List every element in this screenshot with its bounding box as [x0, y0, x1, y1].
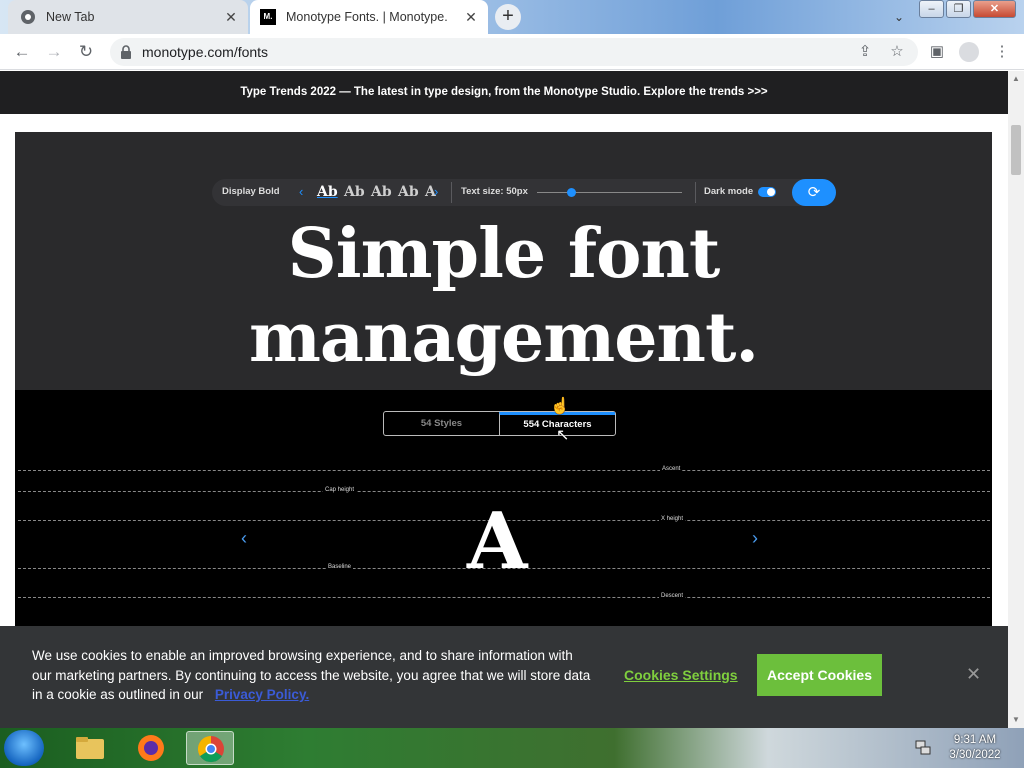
tab-styles[interactable]: 54 Styles — [384, 412, 499, 435]
address-bar[interactable]: monotype.com/fonts ⇪ ☆ — [110, 38, 918, 66]
scroll-thumb[interactable] — [1011, 125, 1021, 175]
tab-title: New Tab — [46, 10, 95, 24]
tab-strip: New Tab ✕ M. Monotype Fonts. | Monotype.… — [0, 0, 1024, 34]
hero-section: Display Bold ‹ Ab Ab Ab Ab A › Text size… — [15, 132, 992, 390]
cookies-settings-link[interactable]: Cookies Settings — [624, 667, 738, 683]
chevron-left-icon[interactable]: ‹ — [241, 528, 247, 549]
profile-avatar[interactable] — [959, 42, 979, 62]
sample-style[interactable]: Ab — [398, 184, 419, 200]
close-icon[interactable]: ✕ — [464, 10, 478, 24]
promo-banner[interactable]: Type Trends 2022 — The latest in type de… — [0, 71, 1008, 114]
share-icon[interactable]: ⇪ — [856, 43, 874, 61]
sample-style[interactable]: Ab — [344, 184, 365, 200]
glyph-preview: A — [467, 496, 528, 587]
slider-thumb[interactable] — [567, 188, 576, 197]
pointer-cursor-icon: ↖ — [556, 427, 570, 444]
window-controls: – ❐ ✕ — [919, 0, 1016, 20]
cookie-text: We use cookies to enable an improved bro… — [32, 648, 591, 702]
taskbar: 9:31 AM 3/30/2022 — [0, 728, 1024, 768]
monotype-favicon: M. — [260, 9, 276, 25]
web-page: Type Trends 2022 — The latest in type de… — [0, 71, 1008, 728]
minimize-button[interactable]: – — [919, 0, 944, 18]
accept-cookies-button[interactable]: Accept Cookies — [757, 654, 882, 696]
chevron-down-icon[interactable]: ⌄ — [889, 7, 909, 27]
clock-date: 3/30/2022 — [949, 749, 1001, 761]
browser-toolbar: ← → ↻ monotype.com/fonts ⇪ ☆ ▣ ⋮ — [0, 34, 1024, 70]
new-tab-button[interactable]: + — [495, 4, 521, 30]
clock-time: 9:31 AM — [953, 734, 997, 746]
firefox-icon[interactable] — [127, 731, 175, 765]
restore-button[interactable]: ❐ — [946, 0, 971, 18]
guide-label: X height — [659, 516, 686, 522]
scroll-up-icon[interactable]: ▲ — [1008, 71, 1024, 87]
tab-title: Monotype Fonts. | Monotype. — [286, 10, 448, 24]
font-style-name[interactable]: Display Bold — [222, 186, 280, 197]
text-size-label: Text size: 50px — [461, 186, 528, 197]
chrome-icon — [21, 10, 35, 24]
view-toggle: 54 Styles 554 Characters — [383, 411, 616, 436]
url-text: monotype.com/fonts — [142, 44, 269, 60]
sample-style[interactable]: Ab — [317, 184, 338, 200]
divider — [451, 182, 452, 203]
guide-label: Ascent — [660, 466, 683, 472]
chrome-taskbar-icon[interactable] — [186, 731, 234, 765]
star-icon[interactable]: ☆ — [888, 43, 906, 61]
glyph-viewer: 54 Styles 554 Characters Ascent Cap heig… — [15, 390, 992, 630]
dark-mode-toggle[interactable] — [758, 187, 776, 197]
divider — [695, 182, 696, 203]
dark-mode-label: Dark mode — [704, 186, 754, 197]
cookie-banner: We use cookies to enable an improved bro… — [0, 626, 1008, 728]
refresh-icon[interactable]: ⟳ — [792, 179, 836, 206]
start-button[interactable] — [4, 730, 44, 766]
menu-icon[interactable]: ⋮ — [992, 42, 1012, 62]
scroll-down-icon[interactable]: ▼ — [1008, 712, 1024, 728]
guide-label: Cap height — [323, 487, 357, 493]
headline-line-1: Simple font — [287, 214, 721, 294]
lock-icon — [121, 45, 131, 59]
hand-cursor-icon: ☝ — [550, 398, 570, 415]
reload-icon[interactable]: ↻ — [76, 42, 96, 62]
cap-height-line — [18, 491, 990, 492]
chevron-right-icon[interactable]: › — [752, 528, 758, 549]
page-scrollbar[interactable]: ▲ ▼ — [1008, 71, 1024, 728]
font-tester-controls: Display Bold ‹ Ab Ab Ab Ab A › Text size… — [212, 179, 836, 206]
headline-line-2: management. — [248, 298, 759, 378]
close-icon[interactable]: ✕ — [224, 10, 238, 24]
sample-style[interactable]: Ab — [371, 184, 392, 200]
descent-line — [18, 597, 990, 598]
text-size-slider[interactable] — [537, 192, 682, 193]
privacy-policy-link[interactable]: Privacy Policy. — [215, 687, 309, 702]
network-icon[interactable] — [915, 739, 931, 755]
guide-label: Descent — [659, 593, 686, 599]
forward-icon[interactable]: → — [44, 42, 64, 62]
back-icon[interactable]: ← — [12, 42, 32, 62]
close-icon[interactable]: ✕ — [966, 664, 981, 685]
ascent-line — [18, 470, 990, 471]
guide-label: Baseline — [326, 564, 354, 570]
chevron-left-icon[interactable]: ‹ — [299, 184, 303, 199]
side-panel-icon[interactable]: ▣ — [927, 42, 947, 62]
cookie-message: We use cookies to enable an improved bro… — [32, 646, 592, 705]
tab-new-tab[interactable]: New Tab ✕ — [8, 0, 248, 34]
file-explorer-icon[interactable] — [66, 731, 114, 765]
chevron-right-icon[interactable]: › — [434, 184, 438, 199]
tab-monotype[interactable]: M. Monotype Fonts. | Monotype. ✕ — [250, 0, 488, 34]
system-clock[interactable]: 9:31 AM 3/30/2022 — [944, 733, 1006, 763]
close-window-button[interactable]: ✕ — [973, 0, 1016, 18]
